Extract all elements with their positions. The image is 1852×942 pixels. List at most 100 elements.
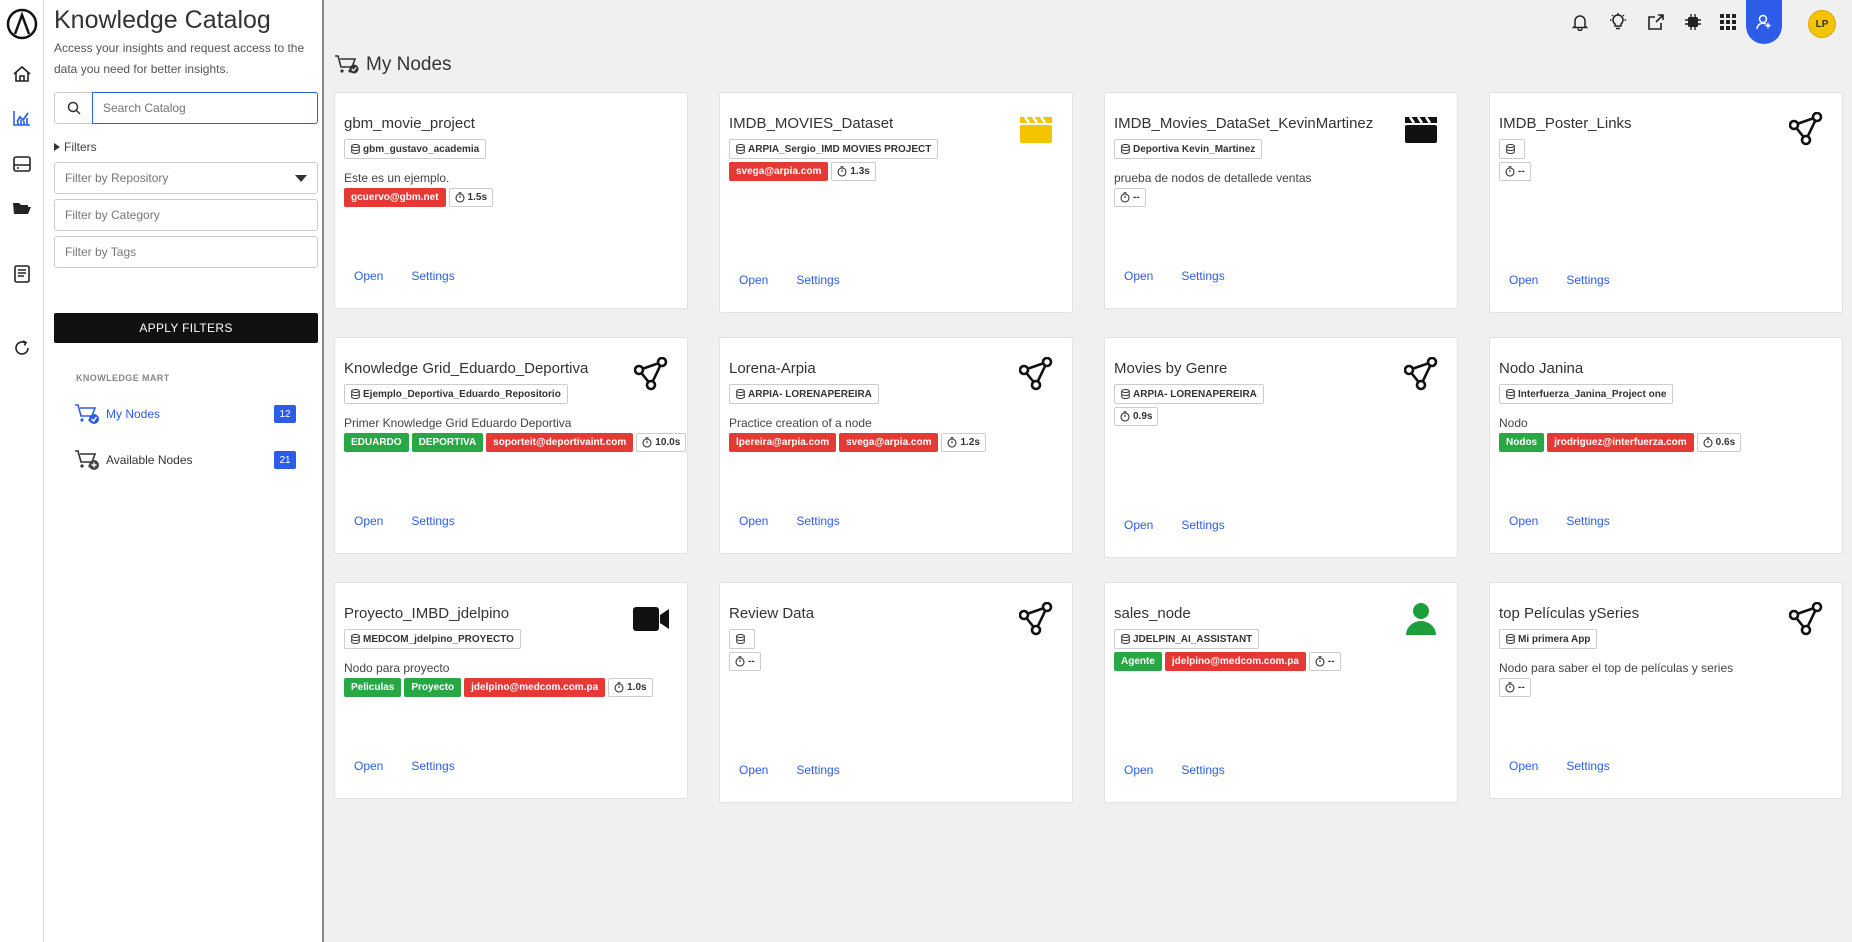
graph-node-icon xyxy=(1016,354,1056,394)
open-link[interactable]: Open xyxy=(1509,759,1538,773)
node-title[interactable]: IMDB_Poster_Links xyxy=(1499,115,1632,132)
open-link[interactable]: Open xyxy=(354,269,383,283)
database-icon xyxy=(1121,634,1130,644)
open-link[interactable]: Open xyxy=(739,273,768,287)
database-icon xyxy=(351,389,360,399)
book-icon[interactable] xyxy=(10,262,34,286)
open-link[interactable]: Open xyxy=(739,763,768,777)
repository-chip: Interfuerza_Janina_Project one xyxy=(1499,384,1674,404)
tag-badge: Nodos xyxy=(1499,433,1545,452)
node-title[interactable]: Proyecto_IMBD_jdelpino xyxy=(344,605,509,622)
tag-badge: jrodriguez@interfuerza.com xyxy=(1547,433,1694,452)
open-link[interactable]: Open xyxy=(1124,763,1153,777)
analytics-icon[interactable] xyxy=(10,106,34,130)
node-tags: Agente jdelpino@medcom.com.pa -- xyxy=(1114,652,1341,671)
node-card: Movies by Genre ARPIA- LORENAPEREIRA 0.9s O… xyxy=(1104,337,1458,558)
node-card: IMDB_Poster_Links -- Open Settings xyxy=(1489,92,1843,313)
settings-link[interactable]: Settings xyxy=(411,514,454,528)
nav-available-nodes-label: Available Nodes xyxy=(106,453,193,467)
settings-link[interactable]: Settings xyxy=(411,269,454,283)
repository-chip: Mi primera App xyxy=(1499,629,1598,649)
settings-link[interactable]: Settings xyxy=(1566,759,1609,773)
node-title[interactable]: Lorena-Arpia xyxy=(729,360,816,377)
node-tags: -- xyxy=(729,652,761,671)
open-link[interactable]: Open xyxy=(1124,518,1153,532)
search-button[interactable] xyxy=(54,92,92,124)
run-time-value: -- xyxy=(748,656,755,667)
category-input[interactable]: Filter by Category xyxy=(54,199,318,231)
database-icon xyxy=(736,389,745,399)
user-avatar[interactable]: LP xyxy=(1808,10,1836,38)
node-tags: -- xyxy=(1499,678,1531,697)
repository-chip: ARPIA_Sergio_IMD MOVIES PROJECT xyxy=(729,139,939,159)
node-title[interactable]: Knowledge Grid_Eduardo_Deportiva xyxy=(344,360,588,377)
lightbulb-icon[interactable] xyxy=(1606,10,1630,34)
refresh-icon[interactable] xyxy=(10,336,34,360)
run-time-value: 10.0s xyxy=(655,437,681,448)
folder-open-icon[interactable] xyxy=(10,196,34,220)
node-title[interactable]: Movies by Genre xyxy=(1114,360,1227,377)
run-time-badge: -- xyxy=(1499,162,1531,181)
open-link[interactable]: Open xyxy=(354,759,383,773)
node-title[interactable]: IMDB_MOVIES_Dataset xyxy=(729,115,893,132)
node-title[interactable]: gbm_movie_project xyxy=(344,115,475,132)
stopwatch-icon xyxy=(614,682,624,693)
card-actions: Open Settings xyxy=(354,759,455,773)
open-link[interactable]: Open xyxy=(354,514,383,528)
run-time-badge: 10.0s xyxy=(636,433,687,452)
node-title[interactable]: Review Data xyxy=(729,605,814,622)
nav-my-nodes[interactable]: My Nodes 12 xyxy=(74,401,296,427)
node-title[interactable]: sales_node xyxy=(1114,605,1191,622)
open-link[interactable]: Open xyxy=(1509,514,1538,528)
icon-rail xyxy=(0,0,44,942)
settings-link[interactable]: Settings xyxy=(1566,514,1609,528)
repository-select[interactable]: Filter by Repository xyxy=(54,162,318,194)
tags-input[interactable]: Filter by Tags xyxy=(54,236,318,268)
stopwatch-icon xyxy=(947,437,958,448)
repository-chip: MEDCOM_jdelpino_PROYECTO xyxy=(344,629,521,649)
node-card: Proyecto_IMBD_jdelpino MEDCOM_jdelpino_PR… xyxy=(334,582,688,799)
open-link[interactable]: Open xyxy=(739,514,768,528)
node-description: Nodo para saber el top de películas y se… xyxy=(1499,661,1734,675)
stopwatch-icon xyxy=(454,192,465,203)
settings-link[interactable]: Settings xyxy=(1181,269,1224,283)
nav-available-nodes[interactable]: Available Nodes 21 xyxy=(74,447,296,473)
run-time-value: -- xyxy=(1518,682,1525,693)
logo-icon[interactable] xyxy=(6,8,38,40)
sidebar-title: Knowledge Catalog xyxy=(54,6,271,34)
storage-icon[interactable] xyxy=(10,152,34,176)
search-input[interactable] xyxy=(92,92,318,124)
stopwatch-icon xyxy=(1120,411,1130,422)
node-title[interactable]: Nodo Janina xyxy=(1499,360,1583,377)
node-card: gbm_movie_project gbm_gustavo_academia Est… xyxy=(334,92,688,309)
settings-link[interactable]: Settings xyxy=(1566,273,1609,287)
settings-link[interactable]: Settings xyxy=(1181,763,1224,777)
settings-link[interactable]: Settings xyxy=(411,759,454,773)
user-ai-icon xyxy=(1756,14,1772,30)
open-link[interactable]: Open xyxy=(1124,269,1153,283)
settings-link[interactable]: Settings xyxy=(796,763,839,777)
filters-toggle[interactable]: Filters xyxy=(54,140,97,154)
node-tags: svega@arpia.com 1.3s xyxy=(729,162,876,181)
home-icon[interactable] xyxy=(10,62,34,86)
repository-placeholder: Filter by Repository xyxy=(65,171,169,185)
settings-link[interactable]: Settings xyxy=(796,514,839,528)
bell-icon[interactable] xyxy=(1568,10,1592,34)
settings-link[interactable]: Settings xyxy=(1181,518,1224,532)
share-icon[interactable] xyxy=(1644,10,1668,34)
run-time-badge: 1.2s xyxy=(941,433,986,452)
ai-assistant-button[interactable] xyxy=(1746,0,1782,44)
apps-grid-icon[interactable] xyxy=(1716,10,1740,34)
database-icon xyxy=(736,634,745,644)
open-link[interactable]: Open xyxy=(1509,273,1538,287)
repository-name: Deportiva Kevin_Martinez xyxy=(1133,143,1256,155)
node-title[interactable]: top Películas ySeries xyxy=(1499,605,1639,622)
card-actions: Open Settings xyxy=(1509,514,1610,528)
node-description: Nodo para proyecto xyxy=(344,661,450,675)
node-title[interactable]: IMDB_Movies_DataSet_KevinMartinez xyxy=(1114,115,1373,132)
chip-icon[interactable] xyxy=(1681,10,1705,34)
stopwatch-icon xyxy=(1315,656,1325,667)
run-time-badge: -- xyxy=(1499,678,1531,697)
settings-link[interactable]: Settings xyxy=(796,273,839,287)
apply-filters-button[interactable]: APPLY FILTERS xyxy=(54,313,318,343)
